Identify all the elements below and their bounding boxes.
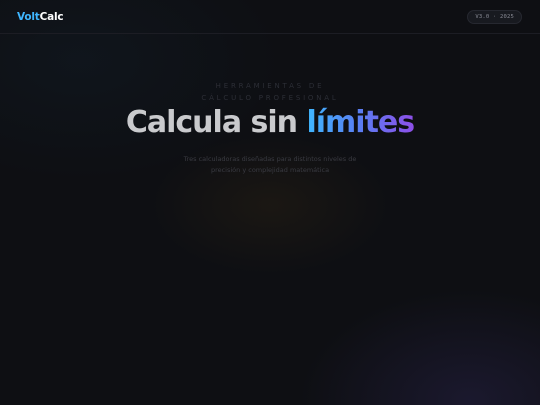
- hero-headline: Calcula sin límites: [0, 105, 540, 141]
- app-logo[interactable]: Volt Calc: [17, 10, 64, 23]
- hero-kicker: Herramientas de cálculo profesional: [201, 82, 339, 102]
- background-glow: [0, 0, 540, 405]
- hero-section: Herramientas de cálculo profesional Calc…: [0, 80, 540, 176]
- headline-main-text: Calcula sin: [125, 105, 307, 140]
- headline-accent-text: límites: [306, 105, 415, 140]
- logo-text-calc: Calc: [39, 10, 64, 23]
- hero-subtitle: Tres calculadoras diseñadas para distint…: [183, 155, 357, 174]
- logo-text-volt: Volt: [17, 10, 40, 23]
- version-badge: V3.0 · 2025: [467, 9, 522, 24]
- top-navbar: Volt Calc V3.0 · 2025: [0, 0, 540, 34]
